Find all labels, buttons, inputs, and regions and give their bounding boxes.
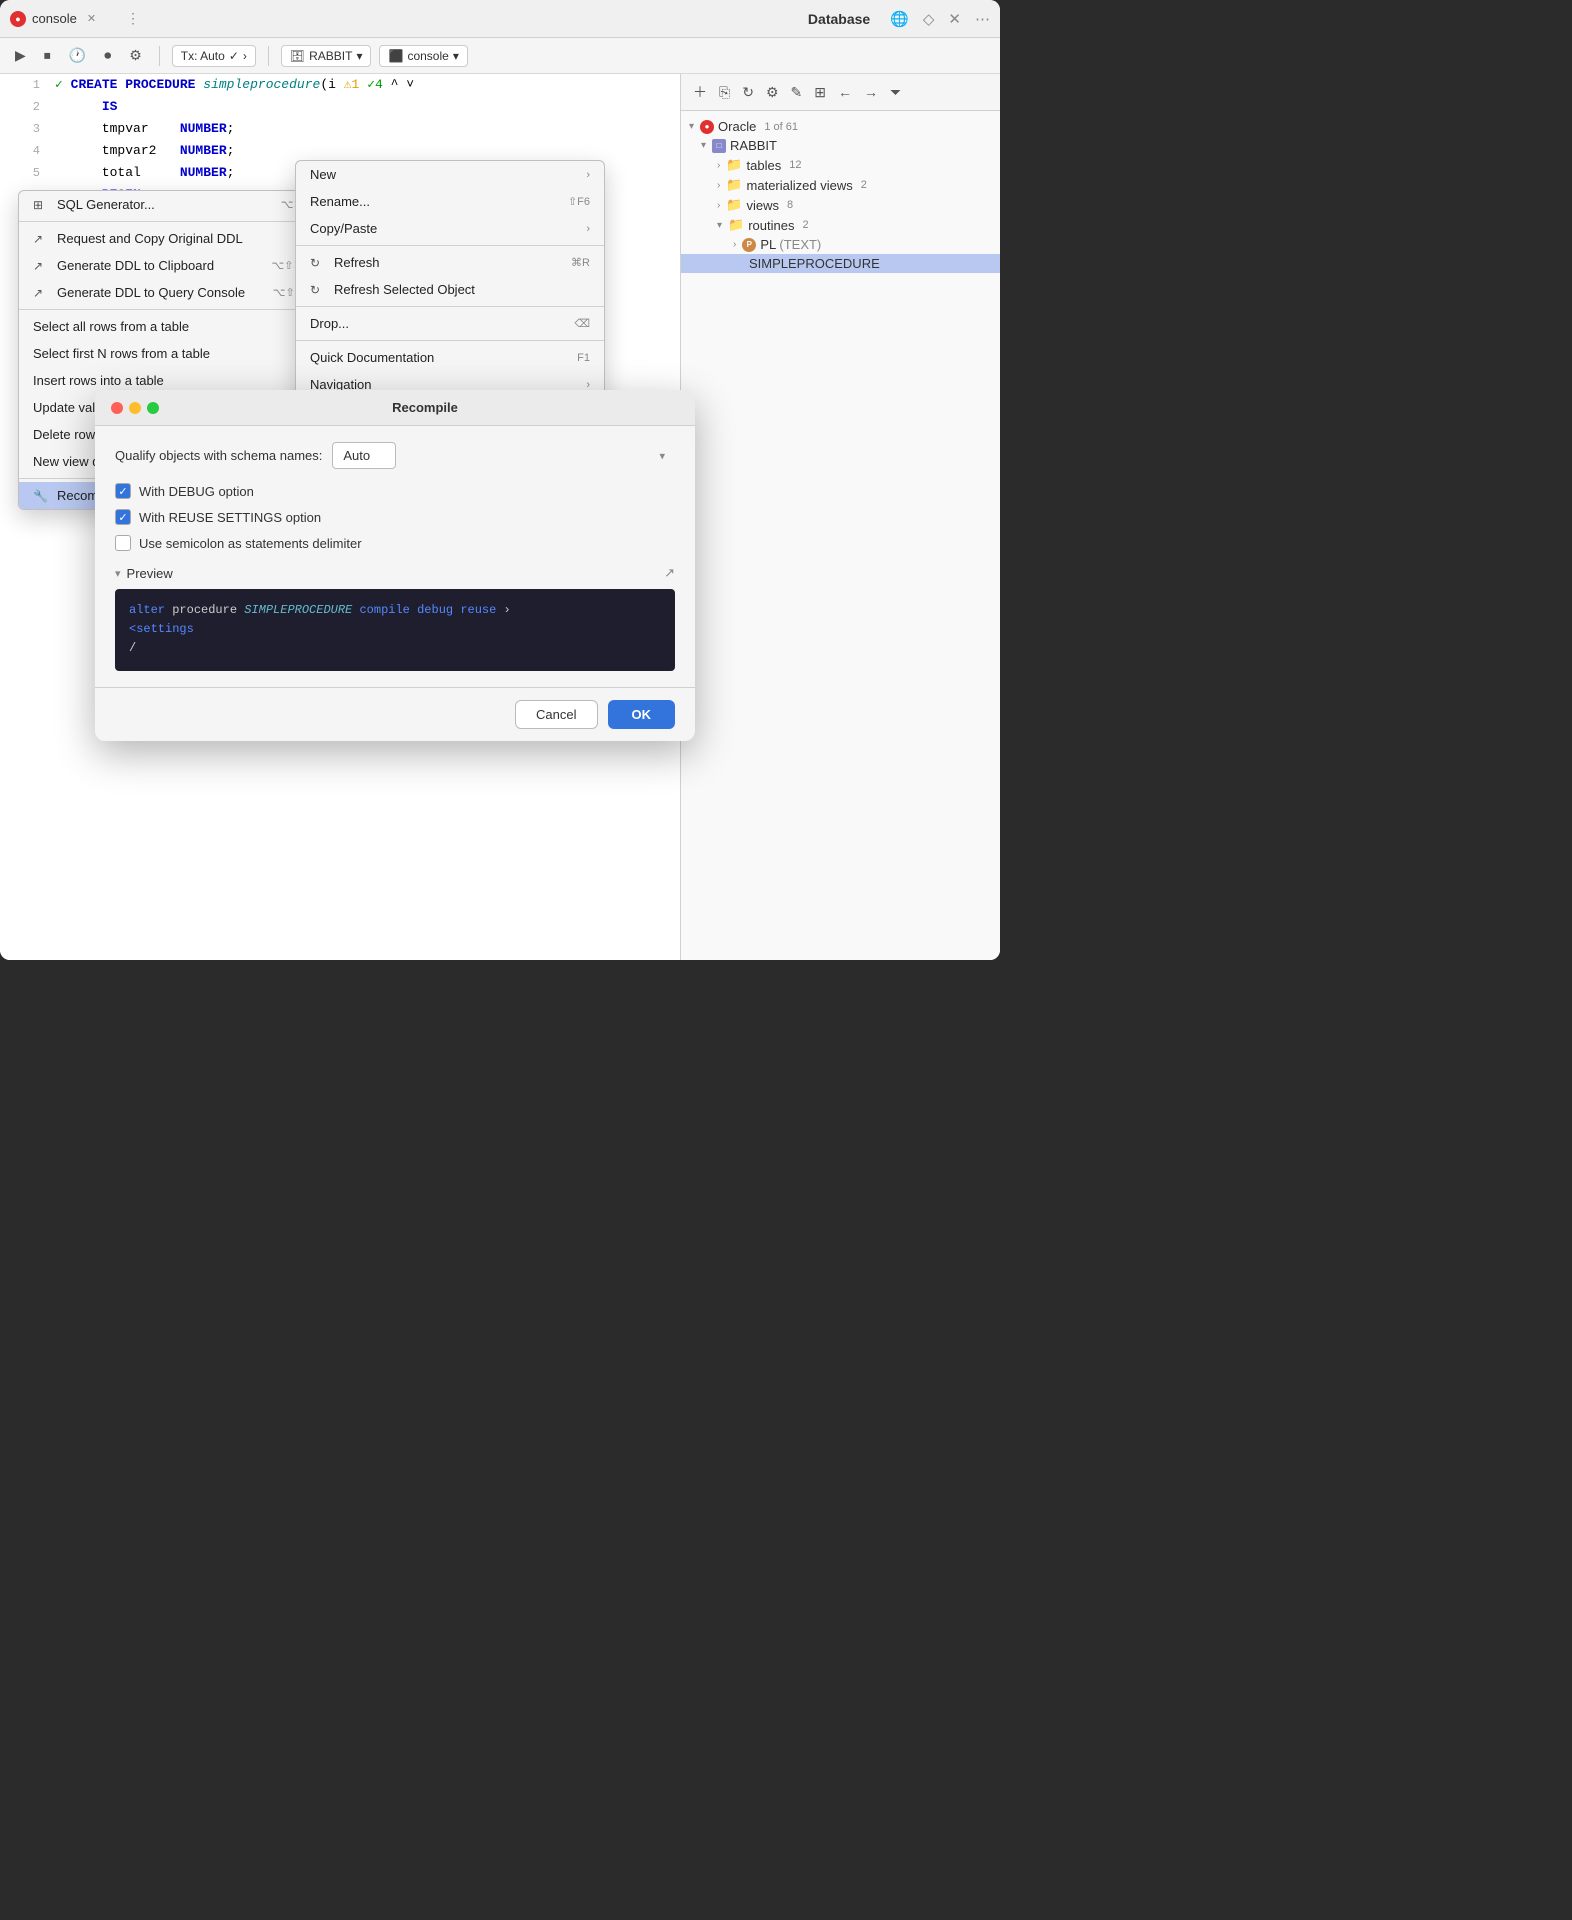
preview-external-icon[interactable]: ↗ — [664, 565, 675, 581]
semicolon-label: Use semicolon as statements delimiter — [139, 536, 362, 551]
dialog-footer: Cancel OK — [95, 687, 695, 741]
semicolon-checkbox-row: Use semicolon as statements delimiter — [115, 535, 675, 551]
reuse-label: With REUSE SETTINGS option — [139, 510, 321, 525]
dialog-close-dot[interactable] — [111, 402, 123, 414]
preview-line-1: alter procedure SIMPLEPROCEDURE compile … — [129, 601, 661, 620]
semicolon-checkbox[interactable] — [115, 535, 131, 551]
dialog-window-controls — [111, 402, 159, 414]
preview-section-header[interactable]: ▾ Preview ↗ — [115, 565, 675, 581]
reuse-checkbox[interactable]: ✓ — [115, 509, 131, 525]
preview-box: alter procedure SIMPLEPROCEDURE compile … — [115, 589, 675, 671]
debug-check-icon: ✓ — [118, 485, 127, 498]
preview-line-3: / — [129, 639, 661, 658]
preview-line-2: <settings — [129, 620, 661, 639]
qualify-label: Qualify objects with schema names: — [115, 448, 322, 463]
debug-checkbox[interactable]: ✓ — [115, 483, 131, 499]
preview-expand-icon: ▾ — [115, 567, 121, 580]
select-arrow-icon: ▾ — [659, 449, 665, 462]
debug-checkbox-row: ✓ With DEBUG option — [115, 483, 675, 499]
reuse-check-icon: ✓ — [118, 511, 127, 524]
preview-section-label: Preview — [127, 566, 173, 581]
qualify-select[interactable]: Auto Always Never — [332, 442, 396, 469]
qualify-select-wrapper: Auto Always Never ▾ — [332, 442, 675, 469]
dialog-maximize-dot[interactable] — [147, 402, 159, 414]
recompile-dialog: Recompile Qualify objects with schema na… — [95, 390, 695, 741]
reuse-checkbox-row: ✓ With REUSE SETTINGS option — [115, 509, 675, 525]
qualify-row: Qualify objects with schema names: Auto … — [115, 442, 675, 469]
dialog-minimize-dot[interactable] — [129, 402, 141, 414]
dialog-body: Qualify objects with schema names: Auto … — [95, 426, 695, 687]
cancel-button[interactable]: Cancel — [515, 700, 597, 729]
debug-label: With DEBUG option — [139, 484, 254, 499]
dialog-title-bar: Recompile — [95, 390, 695, 426]
ok-button[interactable]: OK — [608, 700, 676, 729]
dialog-title: Recompile — [171, 400, 679, 415]
dialog-overlay: Recompile Qualify objects with schema na… — [0, 0, 1000, 960]
